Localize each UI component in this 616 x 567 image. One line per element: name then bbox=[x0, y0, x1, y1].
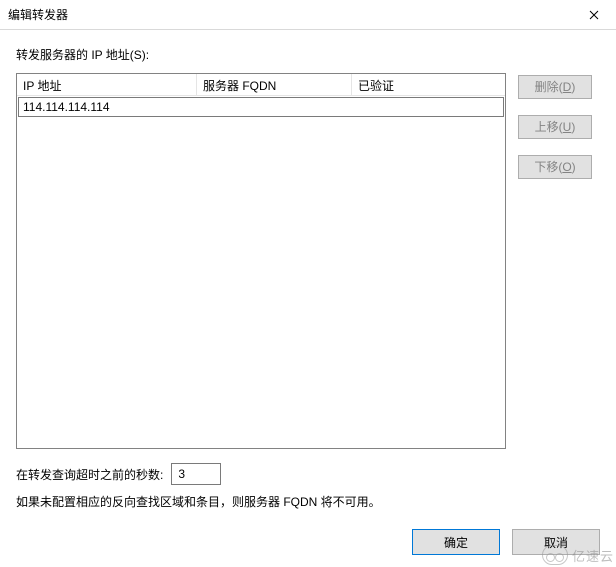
close-icon bbox=[589, 10, 599, 20]
dialog-content: 转发服务器的 IP 地址(S): IP 地址 服务器 FQDN 已验证 删除(D… bbox=[0, 30, 616, 567]
side-button-group: 删除(D) 上移(U) 下移(O) bbox=[518, 75, 592, 449]
column-header-ip[interactable]: IP 地址 bbox=[17, 74, 197, 96]
timeout-label: 在转发查询超时之前的秒数: bbox=[16, 466, 163, 483]
delete-button[interactable]: 删除(D) bbox=[518, 75, 592, 99]
close-button[interactable] bbox=[571, 0, 616, 30]
ip-list-label: 转发服务器的 IP 地址(S): bbox=[16, 46, 600, 63]
ip-address-input[interactable] bbox=[19, 98, 503, 116]
column-header-verified[interactable]: 已验证 bbox=[352, 74, 505, 96]
dialog-footer: 确定 取消 bbox=[412, 529, 600, 555]
note-text: 如果未配置相应的反向查找区域和条目，则服务器 FQDN 将不可用。 bbox=[16, 493, 600, 511]
timeout-row: 在转发查询超时之前的秒数: bbox=[16, 463, 600, 485]
ip-entry-row bbox=[18, 97, 504, 117]
table-header: IP 地址 服务器 FQDN 已验证 bbox=[17, 74, 505, 96]
ok-button[interactable]: 确定 bbox=[412, 529, 500, 555]
title-bar: 编辑转发器 bbox=[0, 0, 616, 30]
forwarders-table: IP 地址 服务器 FQDN 已验证 bbox=[16, 73, 506, 449]
timeout-input[interactable] bbox=[171, 463, 221, 485]
column-header-fqdn[interactable]: 服务器 FQDN bbox=[197, 74, 352, 96]
main-row: IP 地址 服务器 FQDN 已验证 删除(D) 上移(U) 下移(O) bbox=[16, 73, 600, 449]
window-title: 编辑转发器 bbox=[8, 6, 68, 23]
cancel-button[interactable]: 取消 bbox=[512, 529, 600, 555]
move-up-button[interactable]: 上移(U) bbox=[518, 115, 592, 139]
move-down-button[interactable]: 下移(O) bbox=[518, 155, 592, 179]
